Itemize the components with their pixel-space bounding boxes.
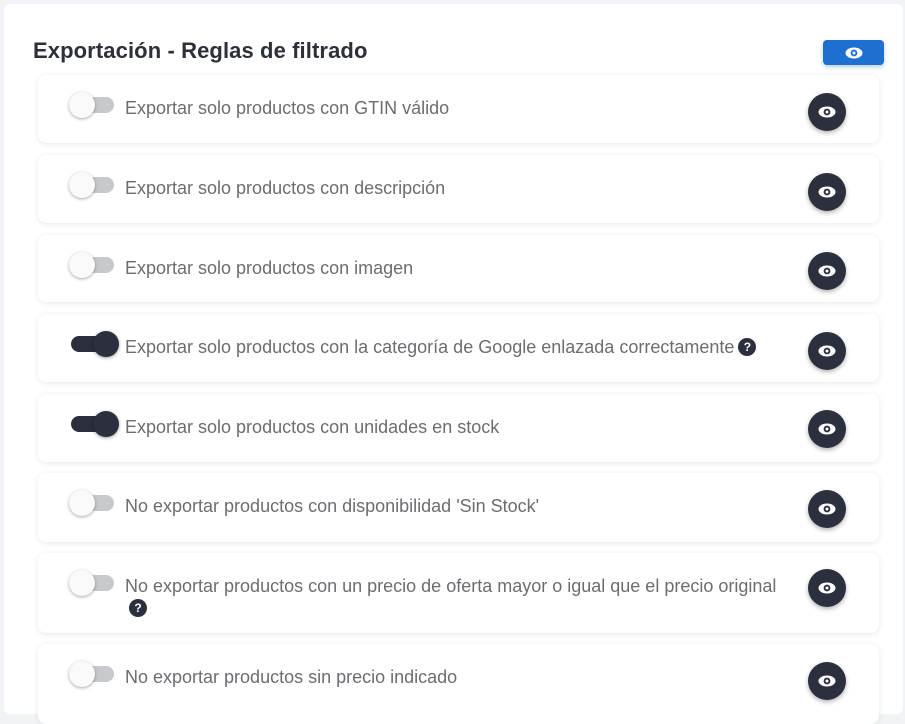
rule-label: Exportar solo productos con imagen — [125, 257, 795, 279]
rule-row-offer-price: No exportar productos con un precio de o… — [38, 553, 879, 633]
eye-icon — [818, 265, 836, 277]
rule-label-text: Exportar solo productos con descripción — [125, 178, 446, 198]
rule-visibility-button[interactable] — [808, 662, 846, 700]
rule-toggle-switch[interactable] — [69, 252, 114, 278]
rule-row-stock-units: Exportar solo productos con unidades en … — [38, 394, 879, 462]
rule-label: No exportar productos con disponibilidad… — [125, 495, 795, 517]
eye-icon — [845, 47, 863, 59]
rule-visibility-button[interactable] — [808, 93, 846, 131]
rule-row-google-category: Exportar solo productos con la categoría… — [38, 314, 879, 382]
rule-row-out-of-stock: No exportar productos con disponibilidad… — [38, 473, 879, 542]
rule-visibility-button[interactable] — [808, 252, 846, 290]
toggle-visibility-all-button[interactable] — [823, 40, 884, 65]
rule-label: Exportar solo productos con GTIN válido — [125, 97, 795, 119]
help-icon[interactable]: ? — [738, 338, 757, 356]
rule-toggle-switch[interactable] — [69, 661, 114, 687]
rule-label-text: No exportar productos con disponibilidad… — [125, 496, 540, 516]
rule-label: Exportar solo productos con descripción — [125, 177, 795, 199]
eye-icon — [818, 345, 836, 357]
rule-label-text: No exportar productos con un precio de o… — [125, 576, 777, 596]
help-icon[interactable]: ? — [129, 599, 147, 617]
rule-label-text: Exportar solo productos con unidades en … — [125, 417, 500, 437]
eye-icon — [818, 106, 836, 118]
rule-label: No exportar productos con un precio de o… — [125, 575, 795, 619]
rule-toggle-switch[interactable] — [71, 331, 119, 357]
rule-visibility-button[interactable] — [808, 569, 846, 607]
rule-visibility-button[interactable] — [808, 490, 846, 528]
rule-label: Exportar solo productos con la categoría… — [125, 336, 795, 358]
rule-visibility-button[interactable] — [808, 332, 846, 370]
eye-icon — [818, 186, 836, 198]
eye-icon — [818, 503, 836, 515]
toggle-knob — [69, 172, 95, 198]
toggle-knob — [69, 92, 95, 118]
rule-row-description: Exportar solo productos con descripción — [38, 155, 879, 223]
rule-toggle-switch[interactable] — [71, 411, 119, 437]
rule-label: No exportar productos sin precio indicad… — [125, 666, 795, 688]
rule-toggle-switch[interactable] — [69, 172, 114, 198]
rule-visibility-button[interactable] — [808, 173, 846, 211]
rule-toggle-switch[interactable] — [69, 570, 114, 596]
rule-visibility-button[interactable] — [808, 410, 846, 448]
section-title: Exportación - Reglas de filtrado — [33, 38, 368, 63]
rule-label-text: Exportar solo productos con GTIN válido — [125, 98, 450, 118]
eye-icon — [818, 582, 836, 594]
rule-row-no-price: No exportar productos sin precio indicad… — [38, 644, 879, 724]
eye-icon — [818, 423, 836, 435]
rule-row-image: Exportar solo productos con imagen — [38, 235, 879, 302]
toggle-knob — [93, 331, 119, 357]
rule-label-text: Exportar solo productos con la categoría… — [125, 337, 735, 357]
rule-row-gtin: Exportar solo productos con GTIN válido — [38, 75, 879, 143]
eye-icon — [818, 675, 836, 687]
filter-rules-panel: Exportación - Reglas de filtrado Exporta… — [4, 4, 903, 724]
rule-label: Exportar solo productos con unidades en … — [125, 416, 795, 438]
toggle-knob — [69, 252, 95, 278]
rule-label-text: No exportar productos sin precio indicad… — [125, 667, 458, 687]
toggle-knob — [69, 490, 95, 516]
toggle-knob — [69, 661, 95, 687]
rule-label-text: Exportar solo productos con imagen — [125, 258, 414, 278]
rule-toggle-switch[interactable] — [69, 92, 114, 118]
toggle-knob — [93, 411, 119, 437]
rule-toggle-switch[interactable] — [69, 490, 114, 516]
toggle-knob — [69, 570, 95, 596]
